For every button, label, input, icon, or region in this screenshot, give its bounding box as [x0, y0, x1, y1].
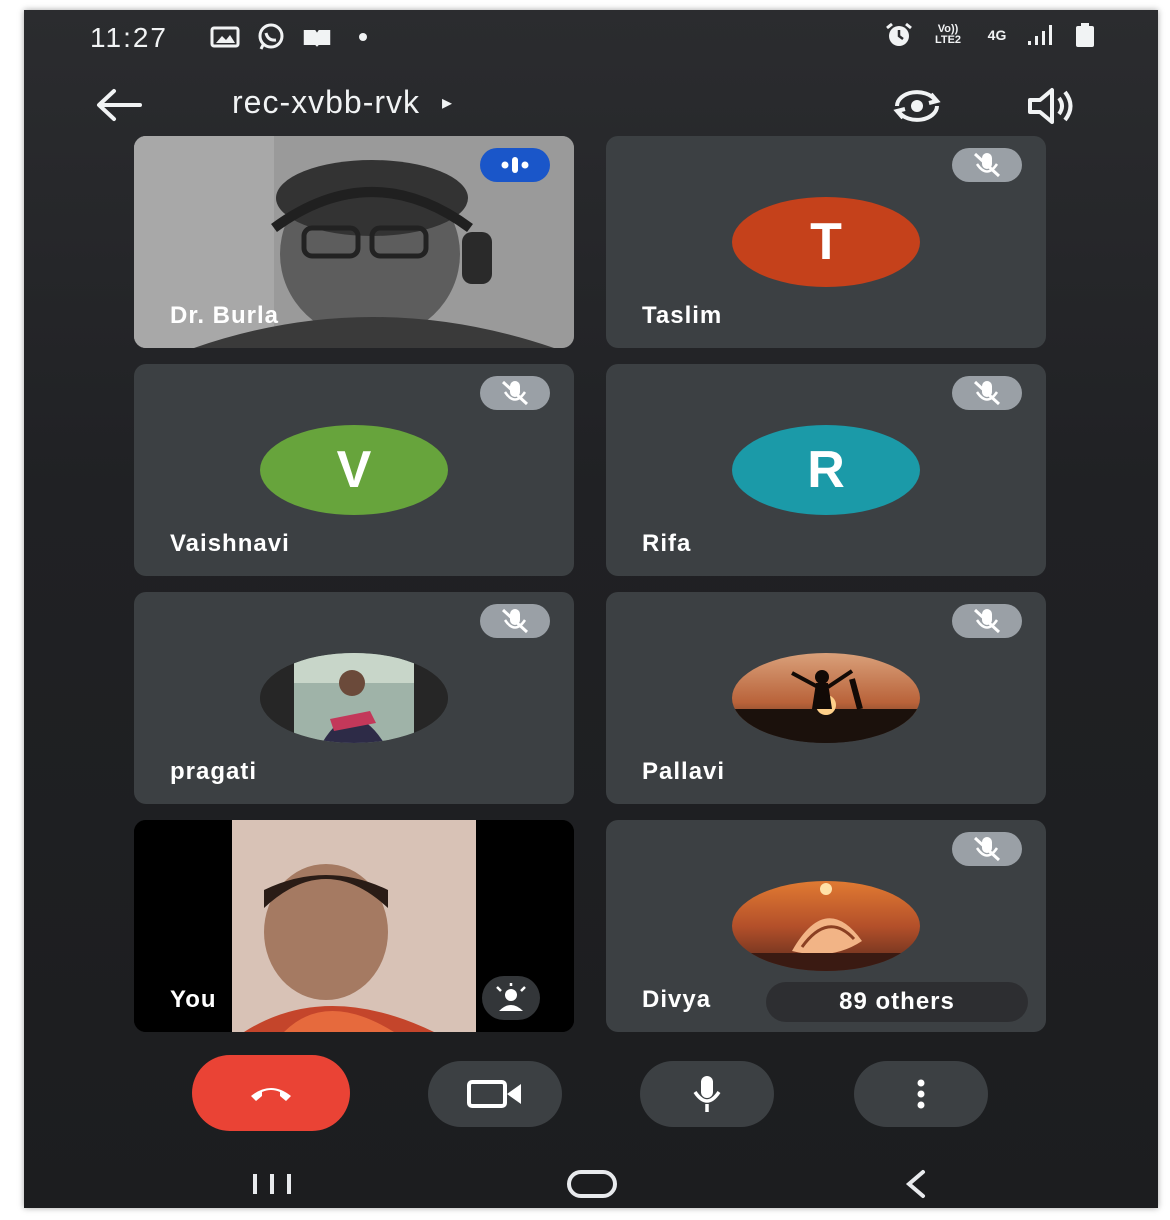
mic-off-icon [501, 608, 529, 634]
whatsapp-icon [256, 23, 286, 50]
mic-off-icon [973, 380, 1001, 406]
call-controls [24, 1055, 1158, 1135]
mic-off-badge [952, 376, 1022, 410]
gallery-icon [210, 24, 240, 50]
participant-photo-avatar [732, 653, 920, 743]
meeting-app-bar: rec-xvbb-rvk ▸ [24, 72, 1158, 142]
microphone-toggle-button[interactable] [640, 1061, 774, 1127]
background-effects-icon [496, 983, 526, 1011]
participant-tile[interactable]: Pallavi [606, 592, 1046, 804]
participant-tile[interactable]: R Rifa [606, 364, 1046, 576]
mic-off-icon [973, 836, 1001, 862]
status-system-icons: Vo)) LTE2 4G [884, 22, 1100, 48]
volte-icon: Vo)) LTE2 [934, 23, 962, 46]
participant-name: You [170, 986, 217, 1013]
participant-tile[interactable]: Dr. Burla [134, 136, 574, 348]
participant-name: Pallavi [642, 758, 726, 785]
self-video-tile[interactable]: You [134, 820, 574, 1032]
flip-camera-icon [893, 90, 941, 122]
participant-name: pragati [170, 758, 258, 785]
mic-off-badge [480, 604, 550, 638]
back-icon [905, 1170, 925, 1198]
mic-off-icon [501, 380, 529, 406]
participant-photo-avatar [260, 653, 448, 743]
participant-tile[interactable]: pragati [134, 592, 574, 804]
participant-avatar: T [732, 197, 920, 287]
system-navigation-bar [24, 1156, 1158, 1208]
system-back-button[interactable] [886, 1164, 946, 1204]
avatar-initial: T [810, 213, 842, 271]
camera-icon [467, 1080, 521, 1108]
network-4g-icon: 4G [987, 26, 1007, 43]
home-icon [567, 1170, 617, 1198]
participant-name: Divya [642, 986, 712, 1013]
meeting-code: rec-xvbb-rvk [232, 84, 421, 120]
participant-avatar: V [260, 425, 448, 515]
microphone-icon [693, 1076, 721, 1112]
participant-name: Vaishnavi [170, 530, 290, 557]
more-options-icon [917, 1079, 925, 1109]
participant-name: Dr. Burla [170, 302, 280, 329]
participant-tile[interactable]: T Taslim [606, 136, 1046, 348]
end-call-button[interactable] [192, 1055, 350, 1131]
status-notification-icons [210, 23, 378, 50]
back-button[interactable] [90, 80, 146, 130]
mic-off-icon [973, 152, 1001, 178]
participant-name: Rifa [642, 530, 692, 557]
flip-camera-button[interactable] [886, 80, 948, 132]
mic-off-badge [952, 604, 1022, 638]
book-icon [302, 24, 332, 50]
notification-dot [348, 24, 378, 50]
speaker-icon [1028, 88, 1073, 124]
back-arrow-icon [97, 89, 142, 121]
home-button[interactable] [562, 1164, 622, 1204]
mic-off-badge [952, 832, 1022, 866]
end-call-icon [251, 1088, 291, 1101]
avatar-initial: R [807, 441, 845, 499]
participant-tile[interactable]: Divya 89 others [606, 820, 1046, 1032]
camera-toggle-button[interactable] [428, 1061, 562, 1127]
participant-avatar: R [732, 425, 920, 515]
signal-icon [1026, 22, 1056, 48]
avatar-initial: V [336, 441, 372, 499]
caret-right-icon: ▸ [442, 92, 454, 114]
status-time: 11:27 [90, 22, 168, 53]
audio-wave-icon [501, 157, 529, 173]
mic-off-icon [973, 608, 1001, 634]
others-count-button[interactable]: 89 others [766, 982, 1028, 1022]
battery-icon [1070, 22, 1100, 48]
more-options-button[interactable] [854, 1061, 988, 1127]
participant-name: Taslim [642, 302, 723, 329]
alarm-icon [884, 22, 914, 48]
phone-screen: 11:27 Vo)) LTE2 4G rec-xvbb-rvk ▸ Dr. Bu… [24, 10, 1158, 1208]
participant-tile[interactable]: V Vaishnavi [134, 364, 574, 576]
speaking-indicator [480, 148, 550, 182]
recent-apps-icon [253, 1174, 291, 1194]
mic-off-badge [480, 376, 550, 410]
background-effects-button[interactable] [482, 976, 540, 1020]
status-bar: 11:27 Vo)) LTE2 4G [24, 10, 1158, 66]
mic-off-badge [952, 148, 1022, 182]
participant-photo-avatar [732, 881, 920, 971]
recent-apps-button[interactable] [242, 1164, 302, 1204]
speaker-button[interactable] [1024, 80, 1082, 132]
meeting-code-button[interactable]: rec-xvbb-rvk ▸ [232, 84, 453, 121]
